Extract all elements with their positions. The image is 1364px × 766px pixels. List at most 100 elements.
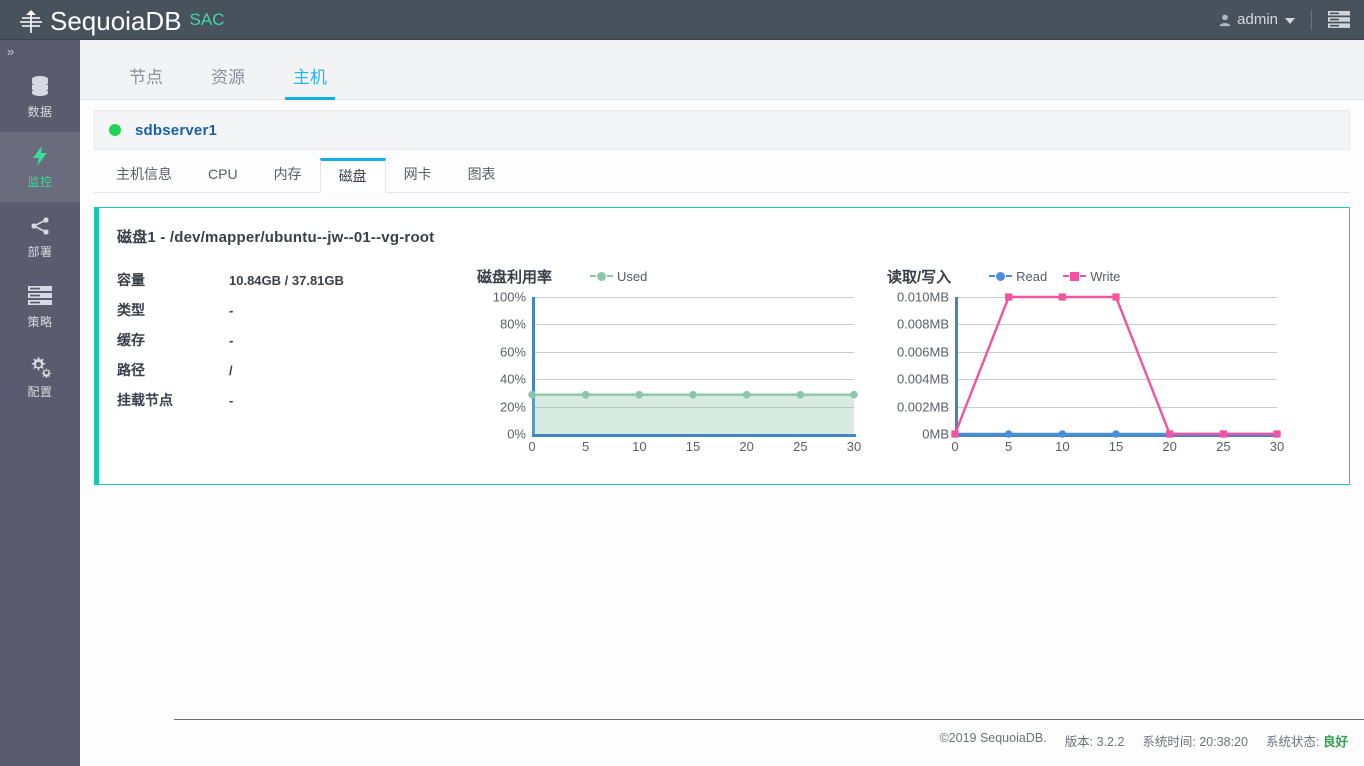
database-icon	[28, 74, 52, 98]
sidebar-item-data[interactable]: 数据	[0, 62, 80, 132]
app-root: SequoiaDB SAC admin	[0, 0, 1364, 766]
legend-item[interactable]: Write	[1063, 269, 1120, 284]
subtab-cpu[interactable]: CPU	[190, 158, 256, 192]
list-menu-icon[interactable]	[1328, 11, 1350, 28]
subtab-memory[interactable]: 内存	[256, 158, 320, 192]
tab-nodes[interactable]: 节点	[105, 69, 187, 99]
data-point-marker	[797, 391, 805, 399]
tab-resources[interactable]: 资源	[187, 69, 269, 99]
legend-label: Used	[617, 269, 647, 284]
data-point-marker	[1005, 293, 1012, 300]
x-axis-tick-label: 25	[793, 439, 807, 454]
subtab-disk[interactable]: 磁盘	[320, 158, 386, 193]
info-key: 缓存	[117, 330, 229, 350]
x-axis-tick-label: 15	[686, 439, 700, 454]
footer-divider	[174, 719, 1364, 720]
y-axis-tick-label: 0%	[507, 427, 526, 442]
server-list-icon	[28, 284, 52, 308]
y-axis-tick-label: 0.008MB	[897, 317, 949, 332]
share-nodes-icon	[28, 214, 52, 238]
brand: SequoiaDB SAC	[0, 4, 225, 36]
sidebar-item-monitor[interactable]: 监控	[0, 132, 80, 202]
legend-marker-icon	[590, 272, 613, 281]
sidebar-collapse-toggle[interactable]: »	[0, 40, 80, 62]
x-axis-tick-label: 30	[847, 439, 861, 454]
chevron-down-icon	[1285, 18, 1295, 24]
disk-info-table: 容量 10.84GB / 37.81GB 类型 - 缓存 - 路径	[117, 265, 467, 434]
info-value: 10.84GB / 37.81GB	[229, 273, 344, 288]
table-row: 路径 /	[117, 355, 467, 385]
double-chevron-right-icon: »	[7, 44, 14, 59]
data-point-marker	[1220, 430, 1227, 437]
data-point-marker	[1005, 430, 1013, 438]
y-axis-tick-label: 0MB	[922, 427, 949, 442]
x-axis-tick-label: 10	[1055, 439, 1069, 454]
sidebar-item-label: 监控	[27, 173, 52, 190]
sidebar-item-strategy[interactable]: 策略	[0, 272, 80, 342]
subtab-charts[interactable]: 图表	[450, 158, 514, 192]
top-header-bar: SequoiaDB SAC admin	[0, 0, 1364, 40]
x-axis-tick-label: 0	[951, 439, 958, 454]
user-icon	[1218, 13, 1232, 27]
panel-wrapper: sdbserver1 主机信息 CPU 内存 磁盘 网卡 图表 磁盘1 - /d…	[80, 100, 1364, 485]
legend-item[interactable]: Read	[989, 269, 1047, 284]
data-point-marker	[528, 391, 536, 399]
x-axis-tick-label: 0	[528, 439, 535, 454]
data-point-marker	[582, 391, 590, 399]
data-point-marker	[1273, 430, 1280, 437]
y-axis-tick-label: 100%	[493, 290, 526, 305]
chart-header: 磁盘利用率 Used	[477, 265, 857, 287]
host-name-label: sdbserver1	[135, 122, 217, 139]
data-point-marker	[951, 430, 958, 437]
table-row: 挂载节点 -	[117, 385, 467, 415]
main-content: 节点 资源 主机 sdbserver1 主机信息 CPU 内存 磁盘 网卡 图表…	[80, 40, 1364, 766]
table-row: 缓存 -	[117, 325, 467, 355]
y-axis-tick-label: 0.004MB	[897, 372, 949, 387]
sidebar-item-deploy[interactable]: 部署	[0, 202, 80, 272]
gears-icon	[28, 354, 52, 378]
tab-hosts[interactable]: 主机	[269, 69, 351, 99]
footer: ©2019 SequoiaDB. 版本: 3.2.2 系统时间: 20:38:2…	[939, 731, 1348, 750]
chart-legend: Used	[590, 269, 647, 284]
disk-card: 磁盘1 - /dev/mapper/ubuntu--jw--01--vg-roo…	[94, 207, 1350, 485]
chart-title: 读取/写入	[887, 266, 951, 287]
user-menu[interactable]: admin	[1218, 11, 1295, 28]
chart-legend: Read Write	[989, 269, 1120, 284]
left-sidebar: » 数据 监控	[0, 40, 80, 766]
sidebar-item-label: 数据	[27, 103, 52, 120]
disk-read-write-chart: 读取/写入 Read Write 0MB0.002MB0.004MB0.006MB…	[887, 265, 1287, 434]
user-name-label: admin	[1237, 11, 1278, 28]
x-axis-tick-label: 5	[582, 439, 589, 454]
brand-name: SequoiaDB	[50, 6, 182, 36]
lightning-bolt-icon	[28, 144, 52, 168]
legend-marker-icon	[989, 272, 1012, 281]
sidebar-item-label: 策略	[27, 313, 52, 330]
status-badge: 良好	[1323, 735, 1348, 749]
sidebar-item-config[interactable]: 配置	[0, 342, 80, 412]
x-axis-tick-label: 25	[1216, 439, 1230, 454]
y-axis-tick-label: 0.002MB	[897, 399, 949, 414]
x-axis-tick-label: 5	[1005, 439, 1012, 454]
legend-item[interactable]: Used	[590, 269, 647, 284]
x-axis-tick-label: 15	[1109, 439, 1123, 454]
y-axis-tick-label: 40%	[500, 372, 526, 387]
host-header[interactable]: sdbserver1	[94, 110, 1350, 150]
table-row: 类型 -	[117, 295, 467, 325]
data-point-marker	[636, 391, 644, 399]
info-key: 类型	[117, 300, 229, 320]
footer-system-status: 系统状态: 良好	[1266, 731, 1348, 750]
footer-version: 版本: 3.2.2	[1065, 731, 1125, 750]
chart-plot-area: 0MB0.002MB0.004MB0.006MB0.008MB0.010MB05…	[955, 297, 1277, 434]
info-value: -	[229, 393, 233, 408]
subtab-network-card[interactable]: 网卡	[386, 158, 450, 192]
y-axis-tick-label: 0.006MB	[897, 344, 949, 359]
data-point-marker	[1112, 293, 1119, 300]
x-axis-tick-label: 20	[739, 439, 753, 454]
data-point-marker	[743, 391, 751, 399]
data-point-marker	[1059, 293, 1066, 300]
x-axis-tick-label: 30	[1270, 439, 1284, 454]
series-line	[955, 297, 1277, 434]
legend-label: Read	[1016, 269, 1047, 284]
subtab-host-info[interactable]: 主机信息	[98, 158, 190, 192]
data-point-marker	[1112, 430, 1120, 438]
